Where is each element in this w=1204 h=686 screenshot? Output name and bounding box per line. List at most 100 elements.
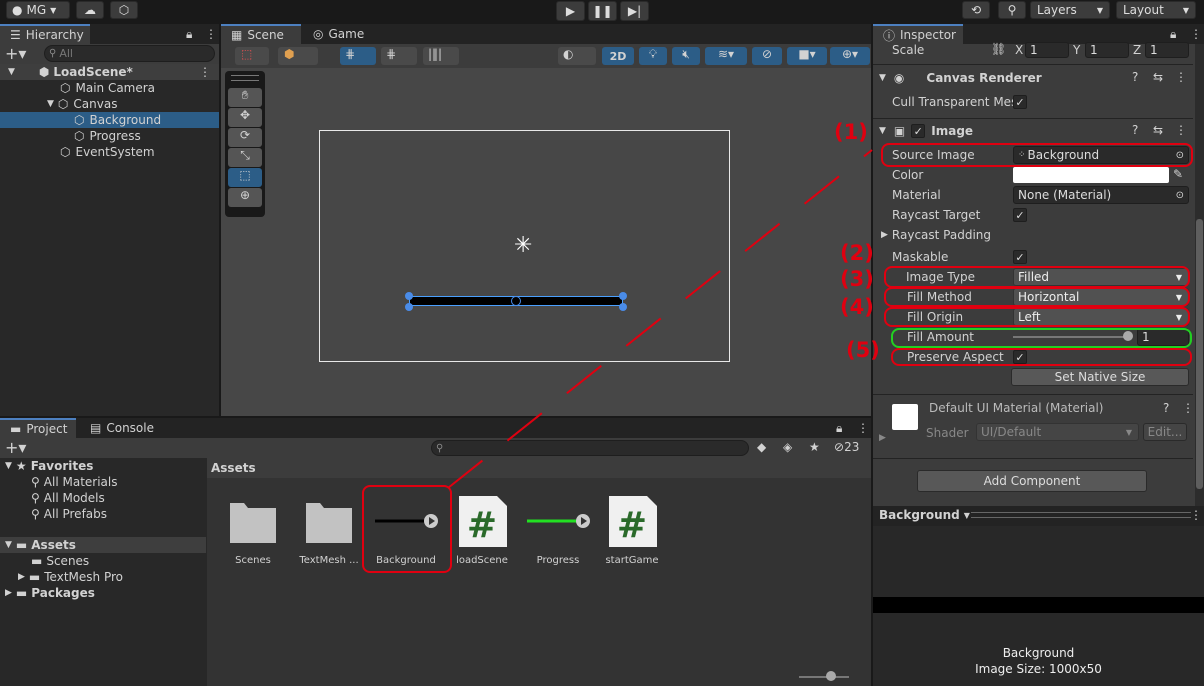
edit-shader-button[interactable]: Edit... [1143, 423, 1187, 441]
handle-bottom-left[interactable] [405, 303, 413, 311]
increment-snap-button[interactable]: ⋕ [381, 47, 417, 65]
help-icon[interactable]: ? [1163, 401, 1169, 415]
assets-row[interactable]: ▼ ▬ Assets [0, 537, 206, 553]
effects-toggle[interactable]: ≋▾ [705, 47, 747, 65]
tab-scene[interactable]: ▦ Scene [221, 24, 301, 44]
hierarchy-search-input[interactable]: ⚲ All [44, 45, 215, 62]
search-button[interactable]: ⚲ [998, 1, 1026, 19]
asset-item[interactable]: # startGame [599, 493, 665, 566]
asset-item[interactable]: Progress [525, 493, 591, 566]
list-item[interactable]: ▬ Scenes [31, 553, 89, 569]
asset-item[interactable]: TextMesh ... [296, 493, 362, 566]
lock-icon[interactable]: 🔒︎ [186, 27, 192, 42]
gizmos-button[interactable]: ⊕▾ [830, 47, 870, 65]
tab-console[interactable]: ▤ Console [80, 418, 164, 438]
preview-resize-handle[interactable] [971, 512, 1191, 518]
help-icon[interactable]: ? [1132, 70, 1138, 84]
maskable-checkbox[interactable]: ✓ [1013, 250, 1027, 264]
audio-toggle[interactable]: 🔇︎ [672, 47, 700, 65]
scale-tool-button[interactable]: ⤡ [228, 148, 262, 167]
grid-snap-button[interactable]: ⋕ [340, 47, 376, 65]
cull-transparent-checkbox[interactable]: ✓ [1013, 95, 1027, 109]
ruler-button[interactable]: |‖| [423, 47, 459, 65]
color-swatch[interactable] [1013, 167, 1169, 183]
add-icon[interactable]: +▾ [5, 438, 26, 457]
lighting-toggle[interactable]: 💡︎ [639, 47, 667, 65]
add-component-button[interactable]: Add Component [917, 470, 1147, 492]
more-icon[interactable]: ⋮ [857, 421, 869, 435]
image-component-header[interactable]: ▼ ▣ ✓ Image ? ⇆ ⋮ [873, 121, 1193, 141]
zoom-slider[interactable] [799, 676, 849, 678]
scene-row[interactable]: ▼ ⬢ LoadScene* ⋮ [0, 64, 219, 80]
collab-button[interactable]: ⬡ [110, 1, 138, 19]
asset-item[interactable]: Scenes [220, 493, 286, 566]
rect-tool-button[interactable]: ⬚ [228, 168, 262, 187]
canvas-renderer-header[interactable]: ▼ ◉ Canvas Renderer ? ⇆ ⋮ [873, 68, 1193, 88]
list-item-selected[interactable]: ⬡ Background [0, 112, 219, 128]
project-search-input[interactable]: ⚲ [431, 440, 749, 456]
list-item[interactable]: ▶ ▬ TextMesh Pro [18, 569, 123, 585]
layout-dropdown[interactable]: Layout ▼ [1116, 1, 1196, 19]
favorites-row[interactable]: ▼ ★ Favorites [5, 458, 93, 474]
raycast-padding-row[interactable]: ▶ Raycast Padding [873, 225, 1193, 245]
expand-arrow-icon[interactable]: ▶ [879, 433, 886, 443]
2d-toggle[interactable]: 2D [602, 47, 634, 65]
play-button[interactable]: ▶ [556, 1, 585, 21]
filter-label-icon[interactable]: ◈ [783, 440, 792, 454]
list-item[interactable]: ⚲ All Materials [31, 474, 118, 490]
shader-dropdown[interactable]: UI/Default ▼ [976, 423, 1139, 441]
rotate-tool-button[interactable]: ⟳ [228, 128, 262, 147]
scale-z-field[interactable]: 1 [1145, 42, 1189, 58]
handle-top-left[interactable] [405, 292, 413, 300]
presets-icon[interactable]: ⇆ [1153, 123, 1163, 137]
more-icon[interactable]: ⋮ [205, 27, 217, 41]
handle-top-right[interactable] [619, 292, 627, 300]
hidden-packages-icon[interactable]: ⊘23 [834, 440, 859, 454]
hand-tool-button[interactable]: ✋︎ [228, 88, 262, 107]
scale-x-field[interactable]: 1 [1025, 42, 1069, 58]
raycast-target-checkbox[interactable]: ✓ [1013, 208, 1027, 222]
more-icon[interactable]: ⋮ [1175, 123, 1187, 137]
history-button[interactable]: ⟲ [962, 1, 990, 19]
object-picker-icon[interactable]: ⊙ [1176, 190, 1184, 201]
camera-button[interactable]: ■▾ [787, 47, 827, 65]
help-icon[interactable]: ? [1132, 123, 1138, 137]
tool-handle-button[interactable]: ⬚ [235, 47, 269, 65]
more-icon[interactable]: ⋮ [1175, 70, 1187, 84]
set-native-size-button[interactable]: Set Native Size [1011, 368, 1189, 386]
inspector-scrollbar-thumb[interactable] [1196, 219, 1203, 489]
list-item[interactable]: ⚲ All Prefabs [31, 506, 107, 522]
scale-y-field[interactable]: 1 [1085, 42, 1129, 58]
packages-row[interactable]: ▶ ▬ Packages [5, 585, 95, 601]
move-tool-button[interactable]: ✥ [228, 108, 262, 127]
presets-icon[interactable]: ⇆ [1153, 70, 1163, 84]
more-icon[interactable]: ⋮ [1182, 401, 1194, 415]
more-icon[interactable]: ⋮ [1190, 508, 1202, 522]
more-icon[interactable]: ⋮ [1190, 27, 1202, 41]
tab-hierarchy[interactable]: ☰ Hierarchy [0, 24, 90, 44]
more-icon[interactable]: ⋮ [199, 65, 211, 79]
list-item[interactable]: ⬡ Progress [74, 128, 141, 144]
list-item[interactable]: ⚲ All Models [31, 490, 105, 506]
preview-dropdown[interactable]: Background ▼ [879, 508, 970, 522]
favorite-star-icon[interactable]: ★ [809, 440, 820, 454]
transform-tool-button[interactable]: ⊕ [228, 188, 262, 207]
list-item[interactable]: ⬡ EventSystem [60, 144, 155, 160]
list-item[interactable]: ▼ ⬡ Canvas [47, 96, 117, 112]
material-field[interactable]: None (Material) ⊙ [1013, 186, 1189, 204]
account-dropdown[interactable]: ● MG ▼ [6, 1, 70, 19]
step-button[interactable]: ▶| [620, 1, 649, 21]
cloud-button[interactable]: ☁ [76, 1, 104, 19]
asset-item[interactable]: # loadScene [449, 493, 515, 566]
pivot-button[interactable]: ⬢ [278, 47, 318, 65]
zoom-slider-thumb[interactable] [826, 671, 836, 681]
tab-project[interactable]: ▬ Project [0, 418, 76, 438]
tab-game[interactable]: ◎ Game [303, 24, 374, 44]
pause-button[interactable]: ❚❚ [588, 1, 617, 21]
add-icon[interactable]: +▾ [5, 44, 26, 63]
hidden-objects-toggle[interactable]: ⊘ [752, 47, 782, 65]
link-icon[interactable]: ⛓ [991, 42, 1006, 56]
lock-icon[interactable]: 🔒︎ [836, 421, 842, 436]
pivot-gizmo-icon[interactable]: ✳ [514, 233, 532, 258]
layers-dropdown[interactable]: Layers ▼ [1030, 1, 1110, 19]
